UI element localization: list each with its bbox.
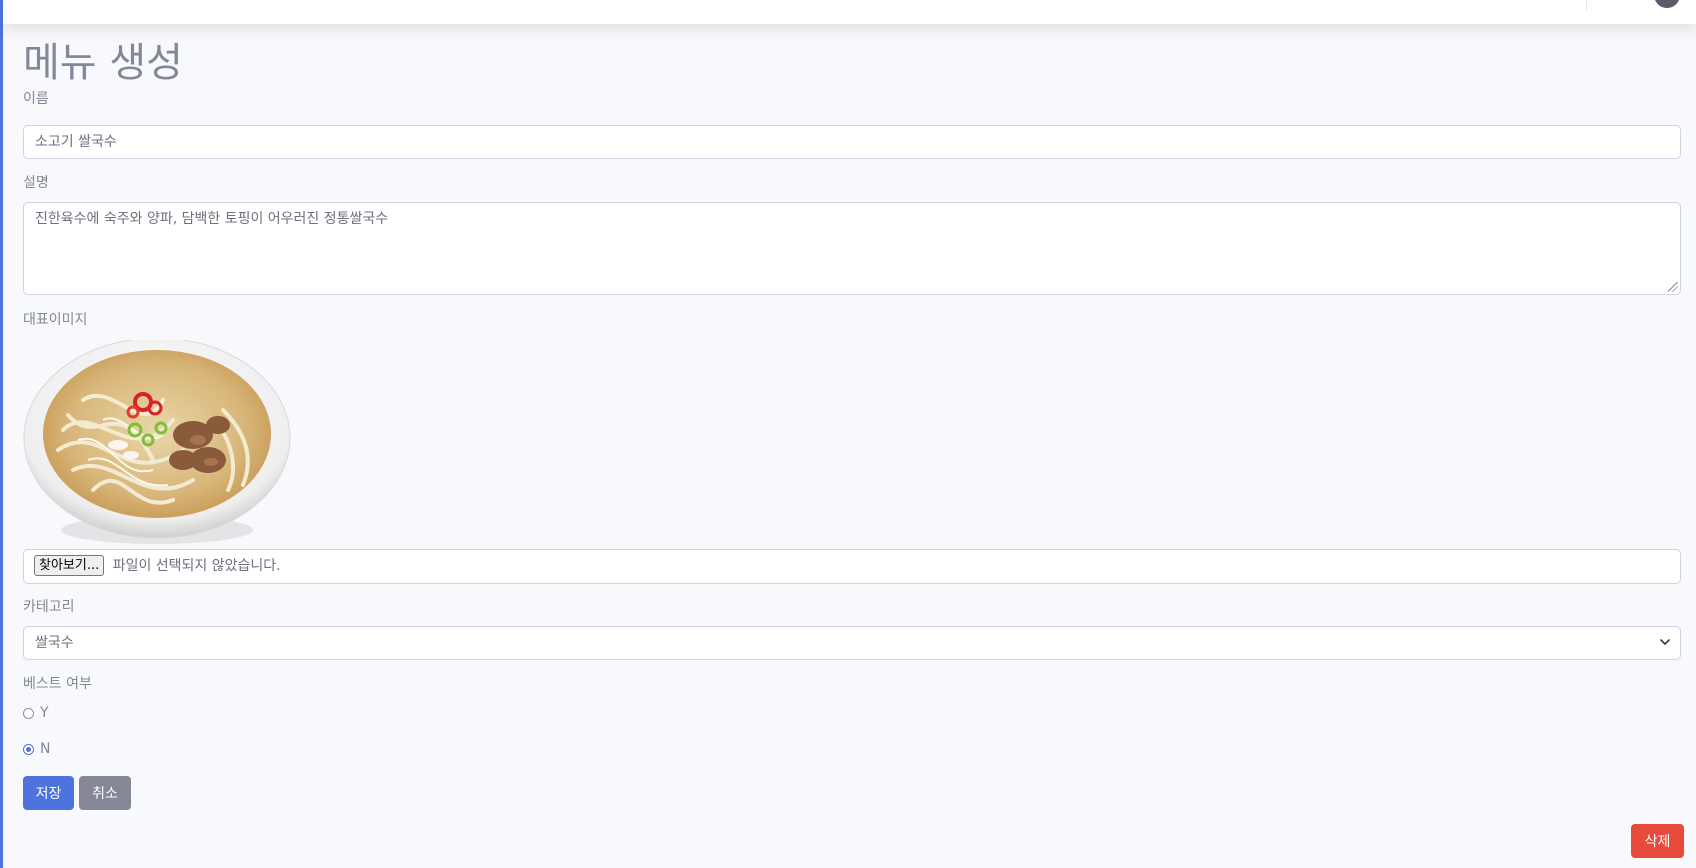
best-option-n[interactable]: N xyxy=(23,739,50,759)
chevron-down-icon xyxy=(1660,639,1670,645)
sidebar-edge xyxy=(0,0,3,868)
top-navbar xyxy=(3,0,1696,24)
best-label: 베스트 여부 xyxy=(23,676,92,692)
radio-n-label: N xyxy=(40,741,51,757)
image-label: 대표이미지 xyxy=(23,312,88,328)
radio-n[interactable] xyxy=(23,743,34,755)
image-file-input[interactable]: 찾아보기... 파일이 선택되지 않았습니다. xyxy=(23,549,1681,584)
browse-button[interactable]: 찾아보기... xyxy=(34,555,105,576)
category-select[interactable]: 쌀국수 xyxy=(23,626,1681,660)
name-input[interactable]: 소고기 쌀국수 xyxy=(23,125,1681,159)
topbar-divider xyxy=(1586,0,1587,10)
file-status-text: 파일이 선택되지 않았습니다. xyxy=(112,558,281,574)
menu-image-preview xyxy=(23,340,291,544)
best-option-y[interactable]: Y xyxy=(23,703,49,723)
category-selected-value: 쌀국수 xyxy=(35,635,74,651)
description-textarea-value: 진한육수에 숙주와 양파, 담백한 토핑이 어우러진 정통쌀국수 xyxy=(35,211,389,227)
radio-y-label: Y xyxy=(40,705,49,721)
radio-y[interactable] xyxy=(23,707,34,719)
delete-button[interactable]: 삭제 xyxy=(1631,824,1684,858)
page-title: 메뉴 생성 xyxy=(23,40,183,86)
resize-grip-icon[interactable] xyxy=(1668,282,1678,292)
description-textarea[interactable]: 진한육수에 숙주와 양파, 담백한 토핑이 어우러진 정통쌀국수 xyxy=(23,202,1681,295)
name-label: 이름 xyxy=(23,91,49,107)
save-button[interactable]: 저장 xyxy=(23,776,74,810)
description-label: 설명 xyxy=(23,175,49,191)
user-avatar[interactable] xyxy=(1654,0,1680,8)
name-input-value: 소고기 쌀국수 xyxy=(35,134,117,150)
cancel-button[interactable]: 취소 xyxy=(79,776,131,810)
category-label: 카테고리 xyxy=(23,599,75,615)
